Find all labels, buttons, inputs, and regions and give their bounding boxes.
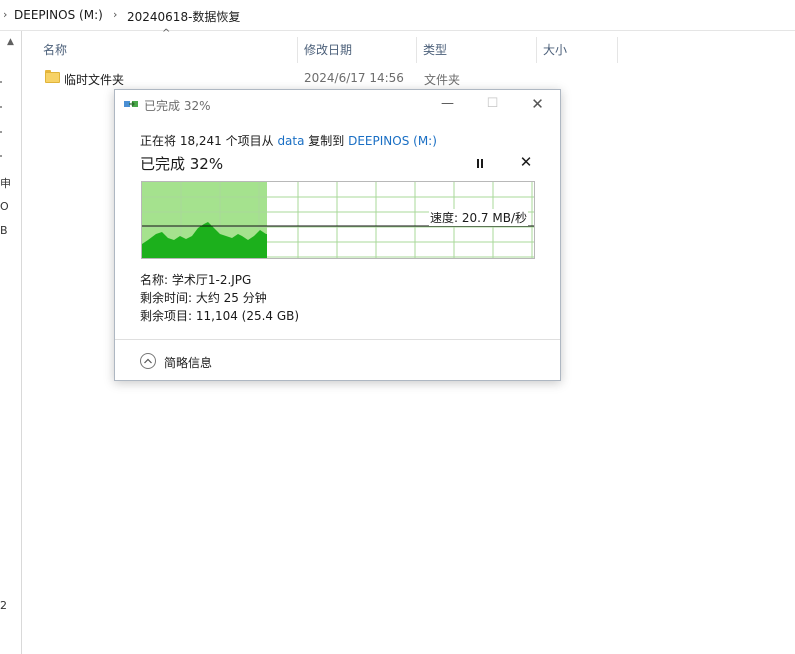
pause-icon (477, 159, 479, 168)
column-header-name[interactable]: 名称 (36, 37, 296, 63)
chevron-up-icon (144, 358, 152, 364)
nav-item-fragment[interactable]: 申 (0, 175, 11, 191)
chevron-right-icon[interactable]: › (113, 8, 117, 21)
breadcrumb-folder[interactable]: 20240618-数据恢复 (127, 8, 240, 25)
cancel-copy-button[interactable]: ✕ (518, 153, 534, 171)
destination-link[interactable]: DEEPINOS (M:) (348, 134, 437, 148)
transfer-speed-graph: 速度: 20.7 MB/秒 (141, 181, 535, 259)
chevron-right-icon[interactable]: › (3, 8, 7, 21)
copy-description-prefix: 正在将 18,241 个项目从 (140, 134, 278, 148)
nav-item-fragment[interactable]: B (0, 224, 8, 237)
minimize-button[interactable]: — (425, 90, 470, 118)
pause-button[interactable] (472, 156, 488, 172)
copy-description-middle: 复制到 (304, 134, 349, 148)
nav-dot (0, 131, 2, 133)
source-link[interactable]: data (277, 134, 304, 148)
speed-label: 速度: 20.7 MB/秒 (428, 209, 528, 226)
collapse-details-label[interactable]: 简略信息 (164, 354, 212, 371)
file-modified: 2024/6/17 14:56 (304, 71, 404, 85)
collapse-details-button[interactable] (140, 353, 156, 369)
nav-dot (0, 81, 2, 83)
file-name: 临时文件夹 (64, 73, 125, 87)
time-remaining: 剩余时间: 大约 25 分钟 (140, 291, 267, 305)
dialog-title: 已完成 32% (144, 99, 211, 113)
scroll-up-arrow-icon[interactable]: ▲ (7, 37, 14, 47)
file-row[interactable]: 临时文件夹 2024/6/17 14:56 文件夹 (36, 67, 596, 89)
folder-icon (45, 70, 60, 83)
nav-dot (0, 155, 2, 157)
file-copy-icon (124, 101, 138, 107)
progress-headline: 已完成 32% (140, 155, 224, 173)
navigation-pane[interactable]: ▲ 申 O B 2 (0, 31, 22, 654)
column-header-modified-label: 修改日期 (304, 43, 353, 57)
close-button[interactable]: ✕ (515, 90, 560, 118)
current-file-name: 名称: 学术厅1-2.JPG (140, 273, 252, 287)
column-header-name-label: 名称 (43, 43, 68, 57)
nav-item-fragment[interactable]: 2 (0, 599, 7, 612)
column-header-size-label: 大小 (543, 43, 568, 57)
address-bar[interactable]: › DEEPINOS (M:) › 20240618-数据恢复 (0, 0, 795, 31)
nav-dot (0, 106, 2, 108)
nav-item-fragment[interactable]: O (0, 200, 9, 213)
dialog-footer: 简略信息 (115, 339, 560, 382)
file-type: 文件夹 (424, 73, 461, 87)
column-header-type[interactable]: 类型 (417, 37, 535, 63)
maximize-button: ☐ (486, 96, 499, 111)
dialog-titlebar[interactable]: 已完成 32% — ☐ ✕ (115, 90, 560, 118)
copy-progress-dialog[interactable]: 已完成 32% — ☐ ✕ 正在将 18,241 个项目从 data 复制到 D… (114, 89, 561, 381)
breadcrumb-drive[interactable]: DEEPINOS (M:) (14, 8, 103, 22)
items-remaining: 剩余项目: 11,104 (25.4 GB) (140, 309, 300, 323)
copy-description: 正在将 18,241 个项目从 data 复制到 DEEPINOS (M:) (140, 132, 437, 149)
column-header-type-label: 类型 (423, 43, 448, 57)
column-header-size[interactable]: 大小 (537, 37, 617, 63)
column-divider[interactable] (617, 37, 618, 63)
column-header-modified[interactable]: 修改日期 (298, 37, 416, 63)
pause-icon (481, 159, 483, 168)
